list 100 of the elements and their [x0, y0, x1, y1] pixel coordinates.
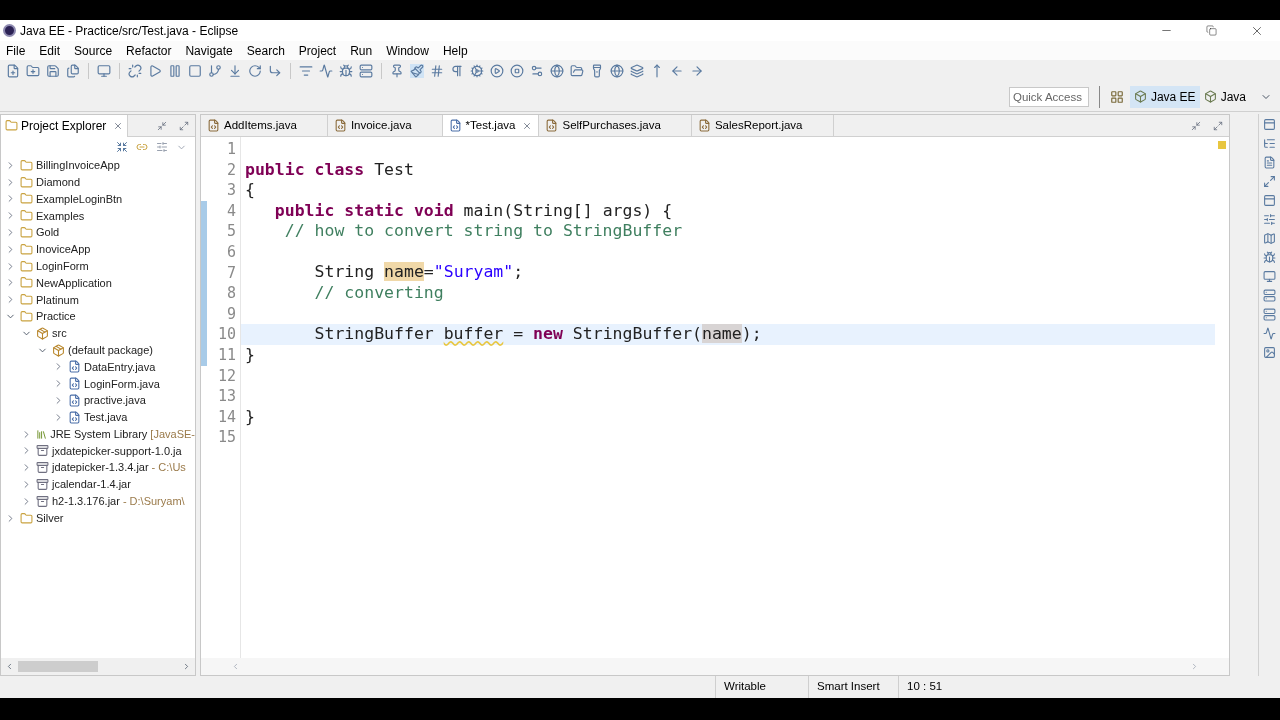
tree-item[interactable]: NewApplication — [36, 274, 112, 292]
pause-icon[interactable] — [168, 64, 182, 78]
perspective-button[interactable]: Java — [1199, 85, 1250, 108]
server-icon[interactable] — [1263, 289, 1276, 302]
minimize-icon[interactable] — [157, 120, 167, 131]
outline-icon[interactable] — [1263, 137, 1276, 150]
gear-icon[interactable] — [470, 64, 484, 78]
map-icon[interactable] — [1263, 232, 1276, 245]
menu-item[interactable]: Navigate — [185, 41, 233, 60]
document-icon[interactable] — [1263, 156, 1276, 169]
menu-item[interactable]: Refactor — [126, 41, 172, 60]
branch-icon[interactable] — [208, 64, 222, 78]
bug-icon[interactable] — [1263, 251, 1276, 264]
menu-item[interactable]: Edit — [39, 41, 61, 60]
menu-item[interactable]: Help — [442, 41, 468, 60]
server-icon[interactable] — [359, 64, 373, 78]
tree-item[interactable]: Gold — [36, 224, 60, 241]
chart-icon[interactable] — [1263, 327, 1276, 340]
stop-icon[interactable] — [188, 64, 202, 78]
file-plus-icon[interactable] — [6, 64, 20, 78]
folder-plus-icon[interactable] — [26, 64, 40, 78]
tree-item[interactable]: ExampleLoginBtn — [36, 190, 123, 208]
tree-item[interactable]: Diamond — [36, 173, 81, 191]
horizontal-scrollbar[interactable] — [201, 658, 1229, 675]
close-icon[interactable] — [113, 120, 124, 131]
tree-item[interactable]: InoviceApp — [36, 241, 91, 258]
forward-icon[interactable] — [690, 64, 704, 78]
tree-item[interactable]: h2-1.3.176.jar — [52, 493, 120, 510]
server-icon[interactable] — [1263, 308, 1276, 321]
globe-icon[interactable] — [550, 64, 564, 78]
step-return-icon[interactable] — [268, 64, 282, 78]
quick-access-field[interactable]: Quick Access — [1008, 86, 1089, 107]
monitor-icon[interactable] — [1263, 270, 1276, 283]
tree-item[interactable]: jcalendar-1.4.jar — [52, 476, 131, 493]
horizontal-scrollbar[interactable] — [1, 658, 195, 675]
save-all-icon[interactable] — [66, 64, 80, 78]
stop-circle-icon[interactable] — [510, 64, 524, 78]
collapse-all-icon[interactable] — [116, 141, 128, 153]
editor-tab[interactable]: *Test.java — [442, 115, 540, 136]
tree-item[interactable]: LoginForm.java — [84, 375, 160, 392]
link-icon[interactable] — [136, 141, 148, 153]
bug-icon[interactable] — [339, 64, 353, 78]
scroll-left-icon[interactable] — [5, 662, 14, 671]
menu-item[interactable]: Source — [74, 41, 113, 60]
menu-item[interactable]: Window — [386, 41, 429, 60]
hash-icon[interactable] — [430, 64, 444, 78]
scroll-left-icon[interactable] — [231, 662, 240, 671]
maximize-icon[interactable] — [179, 120, 189, 131]
globe-icon[interactable] — [610, 64, 624, 78]
pilcrow-icon[interactable] — [450, 64, 464, 78]
tree-item[interactable]: JRE System Library — [50, 425, 148, 443]
flashlight-icon[interactable] — [590, 64, 604, 78]
layers-icon[interactable] — [630, 64, 644, 78]
tree-item[interactable]: DataEntry.java — [84, 358, 156, 376]
code-line: public static void main(String[] args) { — [273, 199, 673, 222]
minimize-icon[interactable] — [1191, 120, 1201, 131]
pin-icon[interactable] — [390, 64, 404, 78]
window-icon[interactable] — [1263, 194, 1276, 207]
tree-item-detail: - C:\Us — [151, 460, 186, 476]
monitor-icon[interactable] — [97, 64, 111, 78]
menu-item[interactable]: Run — [350, 41, 373, 60]
perspective-button[interactable]: Java EE — [1129, 85, 1200, 108]
tree-item[interactable]: jxdatepicker-support-1.0.ja — [52, 442, 182, 460]
scrollbar-thumb[interactable] — [18, 661, 98, 672]
code-line: String name="Suryam"; — [313, 261, 524, 284]
tree-item[interactable]: Practice — [36, 308, 76, 325]
menu-item[interactable]: Search — [246, 41, 285, 60]
back-icon[interactable] — [670, 64, 684, 78]
tree-item[interactable]: Test.java — [84, 409, 128, 426]
filter-icon[interactable] — [299, 64, 313, 78]
folder-open-icon[interactable] — [570, 64, 584, 78]
tree-item[interactable]: src — [52, 325, 67, 342]
maximize-icon[interactable] — [1213, 120, 1223, 131]
tree-item[interactable]: jdatepicker-1.3.4.jar — [52, 459, 149, 476]
view-menu-icon[interactable] — [156, 141, 168, 153]
sliders-icon[interactable] — [1263, 213, 1276, 226]
image-icon[interactable] — [1263, 346, 1276, 359]
settings-icon[interactable] — [530, 64, 544, 78]
tree-item[interactable]: LoginForm — [36, 257, 89, 275]
brush-icon[interactable] — [410, 64, 424, 78]
tree-item[interactable]: practive.java — [84, 392, 146, 409]
project-icon — [20, 226, 33, 240]
save-icon[interactable] — [46, 64, 60, 78]
play-icon[interactable] — [148, 64, 162, 78]
line-number: 14 — [217, 406, 237, 428]
menu-item[interactable]: File — [6, 41, 26, 60]
tree-item[interactable]: (default package) — [68, 341, 153, 359]
unlink-icon[interactable] — [128, 64, 142, 78]
scroll-right-icon[interactable] — [182, 662, 191, 671]
run-icon[interactable] — [490, 64, 504, 78]
step-into-icon[interactable] — [228, 64, 242, 78]
tree-item[interactable]: Examples — [36, 207, 85, 225]
tree-item[interactable]: Silver — [36, 509, 64, 527]
tree-item[interactable]: BillingInvoiceApp — [36, 157, 120, 174]
close-icon[interactable] — [522, 120, 533, 131]
step-over-icon[interactable] — [248, 64, 262, 78]
project-explorer-tab[interactable]: Project Explorer — [1, 114, 129, 137]
menu-item[interactable]: Project — [298, 41, 337, 60]
open-perspective-icon[interactable] — [1109, 89, 1124, 104]
tree-item[interactable]: Platinum — [36, 291, 79, 308]
